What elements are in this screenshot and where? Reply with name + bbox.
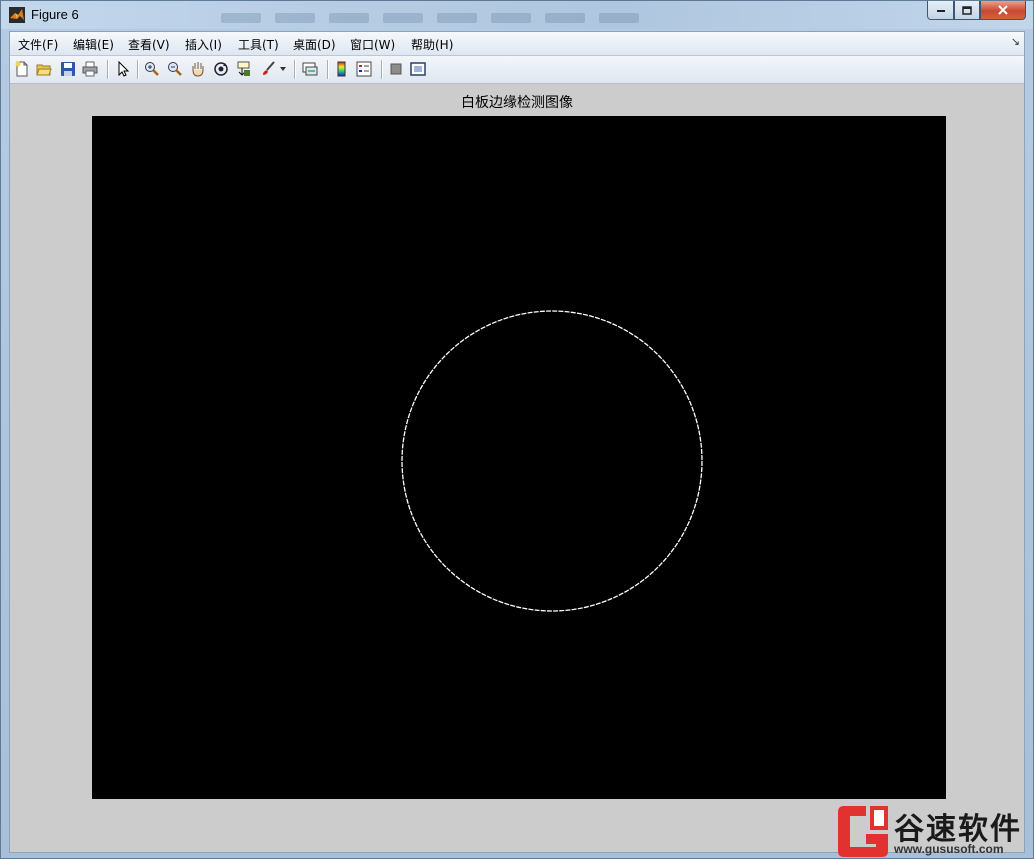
figure-toolbar	[10, 56, 1024, 84]
insert-colorbar-icon[interactable]	[333, 60, 351, 78]
maximize-button[interactable]	[954, 1, 980, 20]
window-title: Figure 6	[31, 7, 79, 22]
axes-title: 白板边缘检测图像	[461, 95, 573, 111]
close-icon	[998, 5, 1008, 15]
background-window-blur	[221, 8, 821, 23]
close-button[interactable]	[980, 1, 1026, 20]
maximize-icon	[962, 5, 972, 15]
pan-icon[interactable]	[189, 60, 207, 78]
zoom-out-icon[interactable]	[166, 60, 184, 78]
watermark: 谷速软件 www.gususoft.com	[836, 804, 1034, 859]
menu-insert[interactable]: 插入(I)	[185, 36, 222, 53]
link-plot-icon[interactable]	[301, 60, 319, 78]
menu-edit[interactable]: 编辑(E)	[73, 36, 114, 53]
toolbar-separator	[137, 60, 139, 79]
figure-canvas: 白板边缘检测图像	[10, 84, 1024, 852]
gusu-logo-icon	[838, 806, 888, 857]
menu-view[interactable]: 查看(V)	[128, 36, 170, 53]
figure-window: Figure 6 文件(F) 编辑(E) 查看(V) 插入(I) 工具(T) 桌…	[0, 0, 1034, 859]
title-bar[interactable]: Figure 6	[1, 1, 1033, 29]
edge-image	[92, 116, 946, 799]
minimize-button[interactable]	[927, 1, 954, 20]
menu-window[interactable]: 窗口(W)	[350, 36, 395, 53]
image-axes[interactable]	[92, 116, 946, 799]
menu-file[interactable]: 文件(F)	[18, 36, 58, 53]
brush-dropdown-icon[interactable]	[278, 60, 288, 78]
print-icon[interactable]	[81, 60, 99, 78]
toolbar-separator	[107, 60, 109, 79]
toolbar-separator	[381, 60, 383, 79]
save-icon[interactable]	[59, 60, 77, 78]
minimize-icon	[936, 10, 945, 12]
matlab-logo-icon	[9, 7, 25, 23]
open-file-icon[interactable]	[35, 60, 53, 78]
data-cursor-icon[interactable]	[235, 60, 253, 78]
menu-bar: 文件(F) 编辑(E) 查看(V) 插入(I) 工具(T) 桌面(D) 窗口(W…	[10, 32, 1024, 56]
insert-legend-icon[interactable]	[355, 60, 373, 78]
show-plot-tools-icon[interactable]	[409, 60, 427, 78]
zoom-in-icon[interactable]	[143, 60, 161, 78]
menu-desktop[interactable]: 桌面(D)	[293, 36, 336, 53]
new-figure-icon[interactable]	[13, 60, 31, 78]
edit-plot-icon[interactable]	[114, 60, 132, 78]
toolbar-separator	[294, 60, 296, 79]
brush-icon[interactable]	[259, 60, 277, 78]
menu-help[interactable]: 帮助(H)	[411, 36, 453, 53]
watermark-url: www.gususoft.com	[894, 842, 1004, 856]
menu-tools[interactable]: 工具(T)	[238, 36, 279, 53]
hide-plot-tools-icon[interactable]	[387, 60, 405, 78]
rotate-3d-icon[interactable]	[212, 60, 230, 78]
toolbar-separator	[327, 60, 329, 79]
figure-client-area: 文件(F) 编辑(E) 查看(V) 插入(I) 工具(T) 桌面(D) 窗口(W…	[9, 31, 1025, 853]
dock-figure-icon[interactable]: ↘	[1011, 35, 1020, 48]
